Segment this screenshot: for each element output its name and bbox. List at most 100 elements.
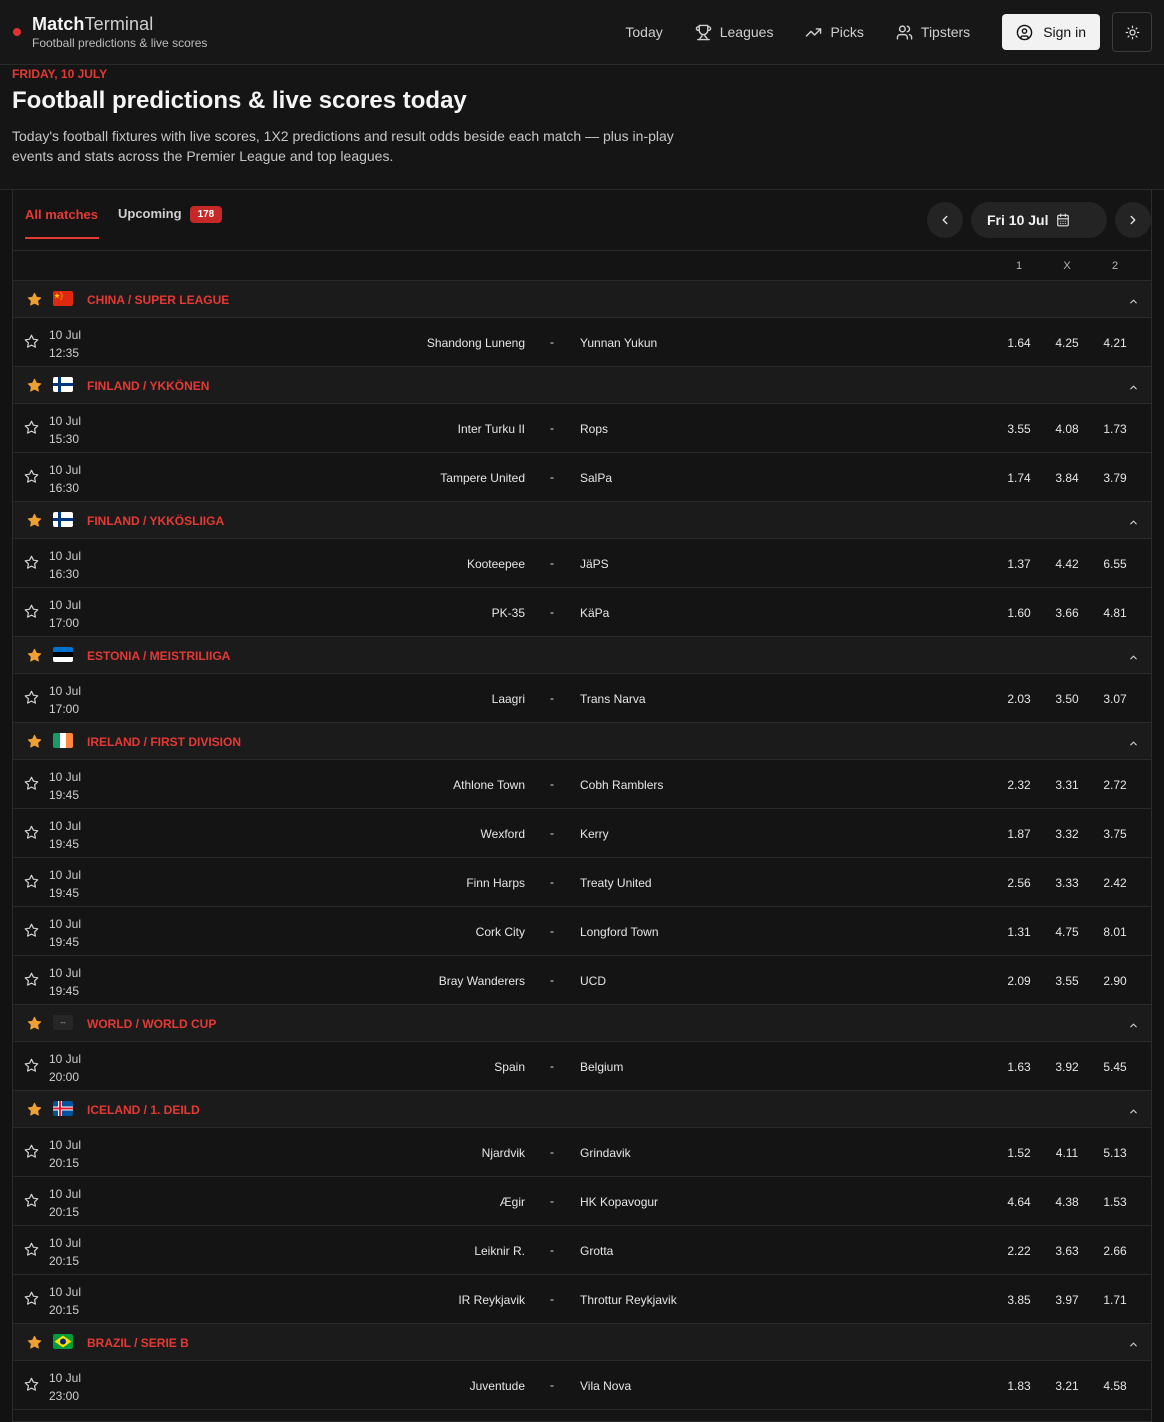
odds-away[interactable]: 5.45 <box>1095 1060 1135 1074</box>
favorite-match-star-icon[interactable] <box>24 972 39 992</box>
odds-away[interactable]: 8.01 <box>1095 925 1135 939</box>
home-team[interactable]: Finn Harps <box>466 876 525 890</box>
favorite-match-star-icon[interactable] <box>24 825 39 845</box>
odds-draw[interactable]: 4.75 <box>1047 925 1087 939</box>
odds-away[interactable]: 1.71 <box>1095 1293 1135 1307</box>
league-name[interactable]: FINLAND / YKKÖSLIIGA <box>87 514 224 528</box>
league-header[interactable]: FINLAND / YKKÖNEN <box>13 367 1151 404</box>
home-team[interactable]: Shandong Luneng <box>427 336 525 350</box>
favorite-match-star-icon[interactable] <box>24 874 39 894</box>
favorite-match-star-icon[interactable] <box>24 604 39 624</box>
away-team[interactable]: JäPS <box>580 557 609 571</box>
away-team[interactable]: Rops <box>580 422 608 436</box>
collapse-chevron-up-icon[interactable] <box>1128 294 1139 312</box>
odds-home[interactable]: 2.56 <box>999 876 1039 890</box>
favorite-match-star-icon[interactable] <box>24 420 39 440</box>
league-name[interactable]: ICELAND / 1. DEILD <box>87 1103 200 1117</box>
odds-home[interactable]: 1.83 <box>999 1379 1039 1393</box>
favorite-match-star-icon[interactable] <box>24 923 39 943</box>
odds-draw[interactable]: 4.08 <box>1047 422 1087 436</box>
away-team[interactable]: Treaty United <box>580 876 652 890</box>
collapse-chevron-up-icon[interactable] <box>1128 380 1139 398</box>
odds-home[interactable]: 1.64 <box>999 336 1039 350</box>
previous-day-button[interactable] <box>927 202 963 238</box>
odds-home[interactable]: 1.52 <box>999 1146 1039 1160</box>
league-header[interactable]: ESTONIA / MEISTRILIIGA <box>13 637 1151 674</box>
home-team[interactable]: Kooteepee <box>467 557 525 571</box>
nav-picks[interactable]: Picks <box>805 24 864 41</box>
odds-away[interactable]: 3.79 <box>1095 471 1135 485</box>
home-team[interactable]: Njardvik <box>482 1146 525 1160</box>
odds-draw[interactable]: 3.55 <box>1047 974 1087 988</box>
odds-away[interactable]: 1.73 <box>1095 422 1135 436</box>
league-header[interactable]: -- WORLD / WORLD CUP <box>13 1005 1151 1042</box>
odds-away[interactable]: 1.53 <box>1095 1195 1135 1209</box>
league-name[interactable]: CHINA / SUPER LEAGUE <box>87 293 229 307</box>
favorite-match-star-icon[interactable] <box>24 776 39 796</box>
odds-home[interactable]: 2.03 <box>999 692 1039 706</box>
favorite-match-star-icon[interactable] <box>24 469 39 489</box>
odds-home[interactable]: 2.32 <box>999 778 1039 792</box>
away-team[interactable]: Belgium <box>580 1060 623 1074</box>
match-row[interactable]: 10 Jul 20:00 Spain - Belgium 1.63 3.92 5.45 <box>13 1042 1151 1091</box>
match-row[interactable]: 10 Jul 16:30 Kooteepee - JäPS 1.37 4.42 6.55 <box>13 539 1151 588</box>
odds-away[interactable]: 5.13 <box>1095 1146 1135 1160</box>
match-row[interactable]: 10 Jul 17:00 PK-35 - KäPa 1.60 3.66 4.81 <box>13 588 1151 637</box>
favorite-league-star-icon[interactable] <box>27 1335 42 1355</box>
odds-home[interactable]: 2.09 <box>999 974 1039 988</box>
favorite-match-star-icon[interactable] <box>24 1377 39 1397</box>
favorite-match-star-icon[interactable] <box>24 1193 39 1213</box>
match-row[interactable]: 10 Jul 19:45 Cork City - Longford Town 1.31 4.… <box>13 907 1151 956</box>
collapse-chevron-up-icon[interactable] <box>1128 1104 1139 1122</box>
away-team[interactable]: HK Kopavogur <box>580 1195 658 1209</box>
collapse-chevron-up-icon[interactable] <box>1128 736 1139 754</box>
favorite-match-star-icon[interactable] <box>24 1291 39 1311</box>
odds-away[interactable]: 2.66 <box>1095 1244 1135 1258</box>
odds-draw[interactable]: 4.42 <box>1047 557 1087 571</box>
odds-draw[interactable]: 3.63 <box>1047 1244 1087 1258</box>
collapse-chevron-up-icon[interactable] <box>1128 650 1139 668</box>
favorite-league-star-icon[interactable] <box>27 648 42 668</box>
league-header[interactable]: IRELAND / FIRST DIVISION <box>13 723 1151 760</box>
nav-leagues[interactable]: Leagues <box>695 24 773 41</box>
odds-home[interactable]: 1.37 <box>999 557 1039 571</box>
odds-away[interactable]: 4.81 <box>1095 606 1135 620</box>
odds-home[interactable]: 1.74 <box>999 471 1039 485</box>
home-team[interactable]: Athlone Town <box>453 778 525 792</box>
odds-away[interactable]: 4.58 <box>1095 1379 1135 1393</box>
away-team[interactable]: Longford Town <box>580 925 659 939</box>
away-team[interactable]: SalPa <box>580 471 612 485</box>
nav-today[interactable]: Today <box>625 24 662 40</box>
away-team[interactable]: Grotta <box>580 1244 613 1258</box>
away-team[interactable]: UCD <box>580 974 606 988</box>
favorite-match-star-icon[interactable] <box>24 334 39 354</box>
odds-draw[interactable]: 3.84 <box>1047 471 1087 485</box>
collapse-chevron-up-icon[interactable] <box>1128 1018 1139 1036</box>
odds-away[interactable]: 2.72 <box>1095 778 1135 792</box>
odds-away[interactable]: 3.07 <box>1095 692 1135 706</box>
nav-tipsters[interactable]: Tipsters <box>896 24 970 41</box>
sign-in-button[interactable]: Sign in <box>1002 14 1100 50</box>
home-team[interactable]: Bray Wanderers <box>439 974 525 988</box>
odds-draw[interactable]: 3.92 <box>1047 1060 1087 1074</box>
home-team[interactable]: Leiknir R. <box>474 1244 525 1258</box>
match-row[interactable]: 10 Jul 19:45 Athlone Town - Cobh Ramblers 2.3… <box>13 760 1151 809</box>
odds-home[interactable]: 4.64 <box>999 1195 1039 1209</box>
league-name[interactable]: FINLAND / YKKÖNEN <box>87 379 209 393</box>
favorite-league-star-icon[interactable] <box>27 378 42 398</box>
odds-away[interactable]: 4.21 <box>1095 336 1135 350</box>
odds-home[interactable]: 1.63 <box>999 1060 1039 1074</box>
next-day-button[interactable] <box>1115 202 1151 238</box>
home-team[interactable]: Tampere United <box>440 471 525 485</box>
odds-draw[interactable]: 3.33 <box>1047 876 1087 890</box>
favorite-match-star-icon[interactable] <box>24 1242 39 1262</box>
league-header[interactable]: CHINA / SUPER LEAGUE <box>13 281 1151 318</box>
match-row[interactable]: 10 Jul 20:15 Njardvik - Grindavik 1.52 4.11 5.1… <box>13 1128 1151 1177</box>
match-row[interactable]: 10 Jul 20:15 Ægir - HK Kopavogur 4.64 4.38 1.53 <box>13 1177 1151 1226</box>
home-team[interactable]: Spain <box>494 1060 525 1074</box>
odds-draw[interactable]: 4.11 <box>1047 1146 1087 1160</box>
odds-draw[interactable]: 3.31 <box>1047 778 1087 792</box>
league-header[interactable]: ICELAND / 1. DEILD <box>13 1091 1151 1128</box>
match-row[interactable]: 10 Jul 19:45 Wexford - Kerry 1.87 3.32 3.75 <box>13 809 1151 858</box>
match-row[interactable]: 10 Jul 19:45 Bray Wanderers - UCD 2.09 3.55 2.9… <box>13 956 1151 1005</box>
